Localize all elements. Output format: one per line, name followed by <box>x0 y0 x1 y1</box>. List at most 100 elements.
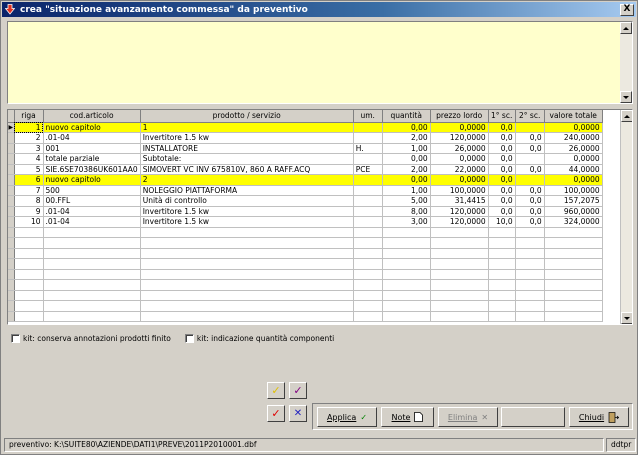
cell-sconto2[interactable]: 0,0 <box>515 216 545 228</box>
cell-sconto2[interactable] <box>515 122 545 133</box>
empty-cell[interactable] <box>382 311 431 322</box>
cell-prodotto[interactable]: 2 <box>140 174 354 186</box>
empty-cell[interactable] <box>43 290 141 301</box>
cell-valore-totale[interactable]: 240,0000 <box>544 132 603 144</box>
blank-button[interactable] <box>501 407 565 427</box>
chiudi-button[interactable]: Chiudi <box>569 407 629 427</box>
empty-cell[interactable] <box>382 300 431 312</box>
empty-cell[interactable] <box>14 269 44 280</box>
empty-cell[interactable] <box>430 300 489 312</box>
empty-cell[interactable] <box>382 248 431 259</box>
empty-cell[interactable] <box>488 227 516 238</box>
cell-prodotto[interactable]: SIMOVERT VC INV 675810V, 860 A RAFF.ACQ <box>140 164 354 175</box>
table-row[interactable]: 8 00.FFL Unità di controllo 5,00 31,4415 0,0 0… <box>8 195 603 207</box>
empty-cell[interactable] <box>515 311 545 322</box>
cell-cod-articolo[interactable]: nuovo capitolo <box>43 122 141 133</box>
empty-cell[interactable] <box>43 258 141 270</box>
cell-prezzo-lordo[interactable]: 0,0000 <box>430 174 489 186</box>
cell-prodotto[interactable]: Unità di controllo <box>140 195 354 207</box>
empty-cell[interactable] <box>140 300 354 312</box>
empty-cell[interactable] <box>14 227 44 238</box>
note-button[interactable]: Note <box>381 407 434 427</box>
empty-cell[interactable] <box>515 237 545 249</box>
empty-cell[interactable] <box>382 237 431 249</box>
header-col-riga[interactable]: riga <box>14 110 44 123</box>
cell-prezzo-lordo[interactable]: 0,0000 <box>430 122 489 133</box>
cell-prezzo-lordo[interactable]: 22,0000 <box>430 164 489 175</box>
cell-valore-totale[interactable]: 960,0000 <box>544 206 603 217</box>
header-col-cod-articolo[interactable]: cod.articolo <box>43 110 141 123</box>
empty-cell[interactable] <box>488 300 516 312</box>
empty-cell[interactable] <box>544 227 603 238</box>
cell-sconto1[interactable]: 0,0 <box>488 153 516 165</box>
empty-cell[interactable] <box>353 248 383 259</box>
empty-cell[interactable] <box>353 258 383 270</box>
empty-cell[interactable] <box>515 258 545 270</box>
empty-cell[interactable] <box>515 279 545 291</box>
empty-cell[interactable] <box>488 258 516 270</box>
empty-cell[interactable] <box>382 227 431 238</box>
cell-um[interactable] <box>353 206 383 217</box>
cell-quantita[interactable]: 0,00 <box>382 174 431 186</box>
empty-row[interactable] <box>8 227 603 238</box>
cell-prezzo-lordo[interactable]: 120,0000 <box>430 216 489 228</box>
cell-quantita[interactable]: 1,00 <box>382 143 431 154</box>
empty-cell[interactable] <box>488 237 516 249</box>
cell-riga[interactable]: 5 <box>14 164 44 175</box>
cell-cod-articolo[interactable]: SIE.6SE70386UK601AA0 <box>43 164 141 175</box>
cell-um[interactable] <box>353 216 383 228</box>
empty-cell[interactable] <box>140 248 354 259</box>
empty-cell[interactable] <box>353 290 383 301</box>
empty-cell[interactable] <box>353 237 383 249</box>
cell-prezzo-lordo[interactable]: 120,0000 <box>430 132 489 144</box>
empty-cell[interactable] <box>515 227 545 238</box>
cell-um[interactable] <box>353 132 383 144</box>
cell-um[interactable] <box>353 174 383 186</box>
empty-cell[interactable] <box>515 269 545 280</box>
table-row[interactable]: 2.01-04 Invertitore 1.5 kw 2,00 120,0000 0,0… <box>8 132 603 144</box>
cell-sconto1[interactable]: 0,0 <box>488 132 516 144</box>
empty-cell[interactable] <box>14 311 44 322</box>
empty-cell[interactable] <box>430 290 489 301</box>
cell-sconto1[interactable]: 0,0 <box>488 185 516 196</box>
cell-prodotto[interactable]: Invertitore 1.5 kw <box>140 206 354 217</box>
empty-cell[interactable] <box>353 227 383 238</box>
cell-sconto2[interactable]: 0,0 <box>515 206 545 217</box>
empty-row[interactable] <box>8 258 603 270</box>
cell-valore-totale[interactable]: 324,0000 <box>544 216 603 228</box>
memo-scrollbar[interactable] <box>620 22 632 103</box>
cell-cod-articolo[interactable]: .01-04 <box>43 132 141 144</box>
cell-cod-articolo[interactable]: nuovo capitolo <box>43 174 141 186</box>
cell-sconto2[interactable] <box>515 174 545 186</box>
cell-cod-articolo[interactable]: 001 <box>43 143 141 154</box>
kit-annotazioni-checkbox[interactable] <box>11 334 20 343</box>
cell-quantita[interactable]: 5,00 <box>382 195 431 207</box>
empty-cell[interactable] <box>140 311 354 322</box>
empty-cell[interactable] <box>544 269 603 280</box>
empty-cell[interactable] <box>353 269 383 280</box>
cell-valore-totale[interactable]: 44,0000 <box>544 164 603 175</box>
empty-cell[interactable] <box>14 300 44 312</box>
empty-cell[interactable] <box>140 258 354 270</box>
cell-sconto2[interactable]: 0,0 <box>515 185 545 196</box>
header-col-sconto1[interactable]: 1° sc. <box>488 110 516 123</box>
cell-quantita[interactable]: 1,00 <box>382 185 431 196</box>
cell-riga[interactable]: 7 <box>14 185 44 196</box>
header-col-prodotto[interactable]: prodotto / servizio <box>140 110 354 123</box>
cell-riga[interactable]: 8 <box>14 195 44 207</box>
empty-row[interactable] <box>8 248 603 259</box>
cell-um[interactable]: PCE <box>353 164 383 175</box>
empty-cell[interactable] <box>140 237 354 249</box>
empty-cell[interactable] <box>430 279 489 291</box>
cell-sconto1[interactable]: 0,0 <box>488 143 516 154</box>
empty-cell[interactable] <box>43 300 141 312</box>
empty-cell[interactable] <box>544 290 603 301</box>
table-row[interactable]: 6 nuovo capitolo 2 0,00 0,0000 0,0 0,0000 <box>8 174 603 186</box>
empty-cell[interactable] <box>430 237 489 249</box>
items-grid[interactable]: riga cod.articolo prodotto / servizio um. qu… <box>7 109 633 325</box>
empty-cell[interactable] <box>43 227 141 238</box>
empty-row[interactable] <box>8 269 603 280</box>
header-col-sconto2[interactable]: 2° sc. <box>515 110 545 123</box>
cell-sconto1[interactable]: 0,0 <box>488 122 516 133</box>
cell-sconto1[interactable]: 0,0 <box>488 164 516 175</box>
